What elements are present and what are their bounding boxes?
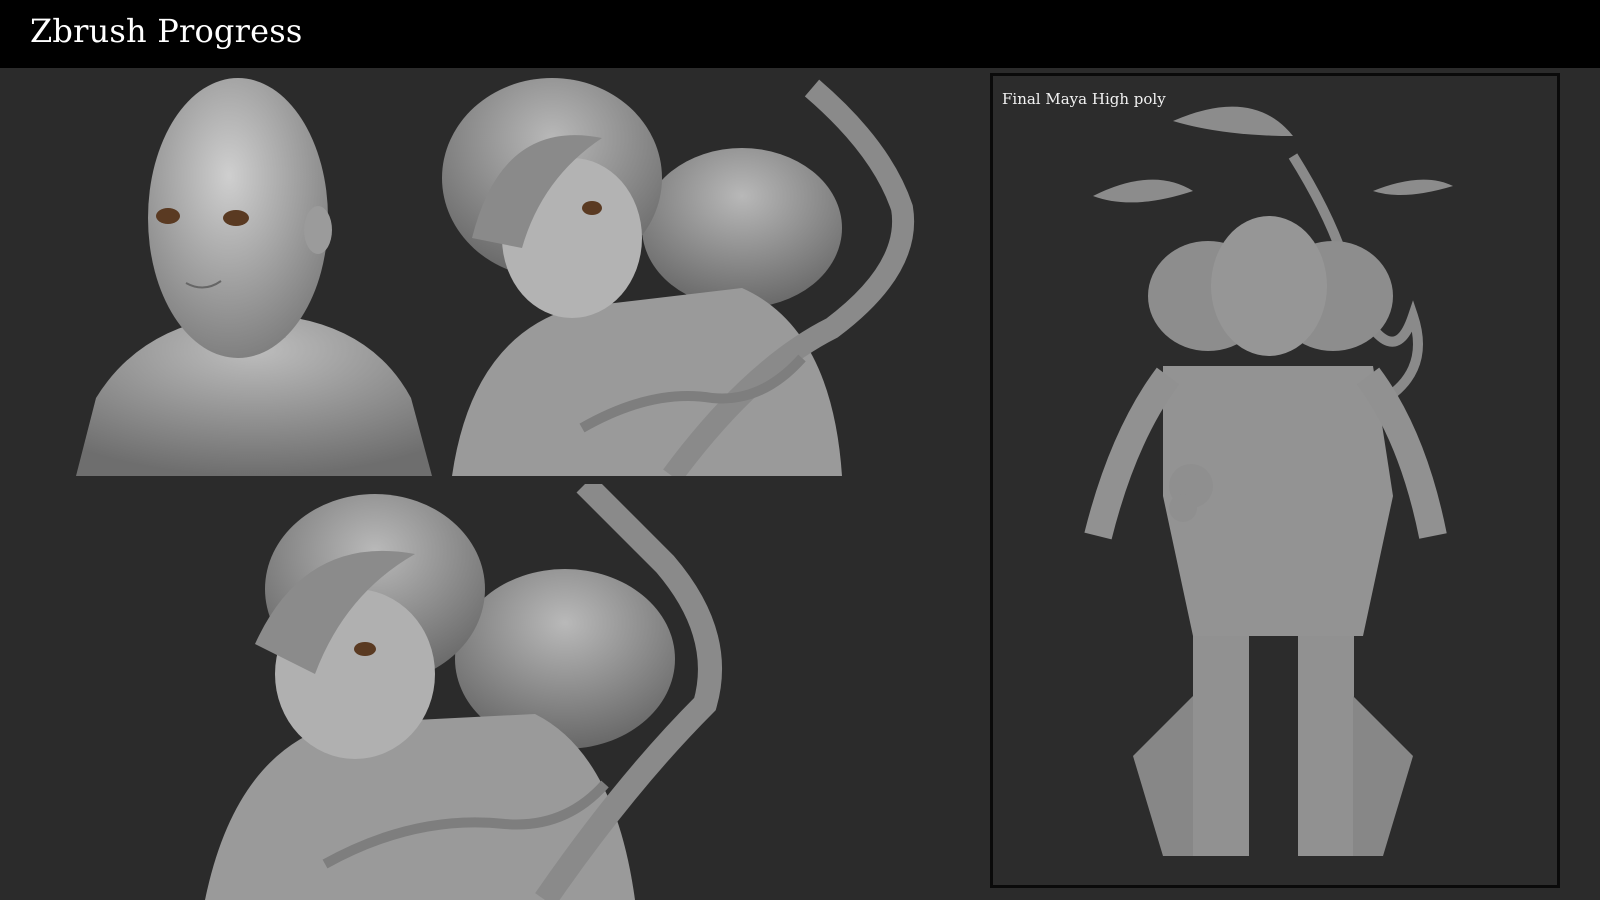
character-wip-render-icon bbox=[205, 484, 722, 900]
bust-render-icon bbox=[76, 78, 432, 476]
character-with-vine-render-icon bbox=[442, 78, 915, 476]
character-wip-render-image bbox=[205, 484, 745, 900]
bust-render-image bbox=[76, 68, 432, 476]
page-title: Zbrush Progress bbox=[30, 12, 303, 50]
character-with-vine-render-image bbox=[412, 68, 952, 476]
full-body-render-icon bbox=[1084, 106, 1453, 856]
header-bar: Zbrush Progress bbox=[0, 0, 1600, 68]
final-render-frame: Final Maya High poly bbox=[990, 73, 1560, 888]
final-render-caption: Final Maya High poly bbox=[1002, 90, 1166, 108]
